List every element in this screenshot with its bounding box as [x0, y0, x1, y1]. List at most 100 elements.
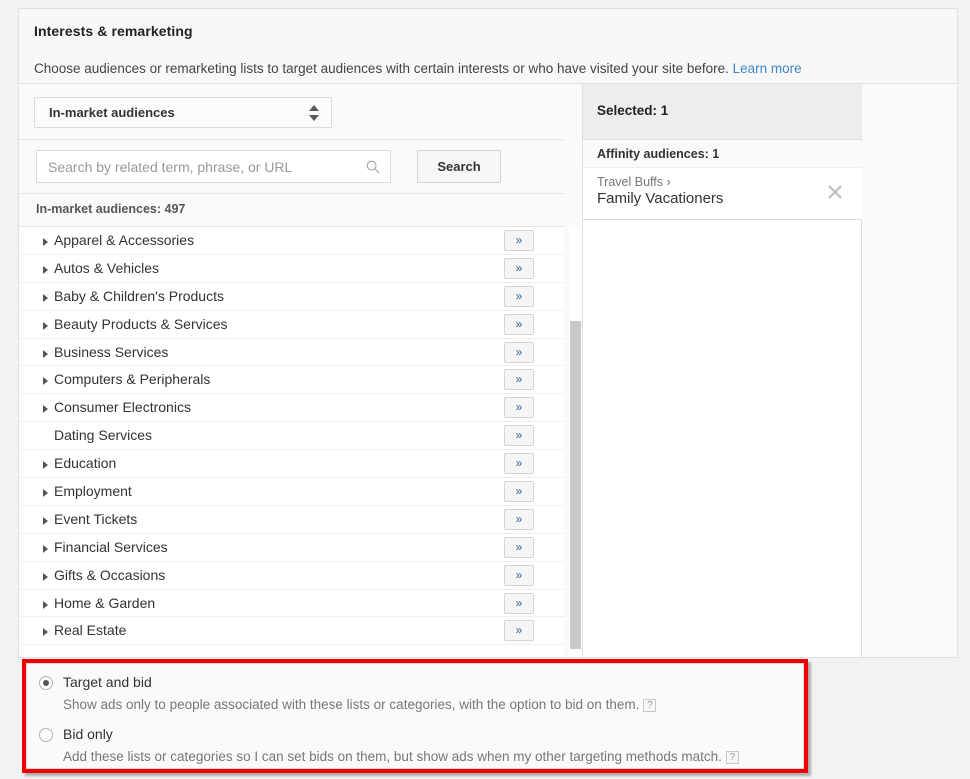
expand-triangle-icon[interactable]: [43, 265, 48, 274]
add-category-button[interactable]: »: [504, 285, 534, 307]
audience-picker: In-market audiences Search by related te…: [18, 83, 958, 658]
search-input[interactable]: [46, 151, 356, 182]
audience-type-select[interactable]: In-market audiences: [34, 97, 332, 128]
selected-item-name: Family Vacationers: [597, 190, 724, 207]
category-row[interactable]: Event Tickets »: [19, 506, 564, 534]
panel-description: Choose audiences or remarketing lists to…: [34, 61, 802, 76]
category-row[interactable]: Beauty Products & Services »: [19, 311, 564, 339]
add-category-button[interactable]: »: [504, 397, 534, 419]
add-category-button[interactable]: »: [504, 620, 534, 642]
category-row-label: Beauty Products & Services: [54, 315, 228, 332]
category-row-label: Home & Garden: [54, 594, 156, 611]
bid-option-target-and-bid-description: Show ads only to people associated with …: [63, 697, 657, 712]
category-row[interactable]: Consumer Electronics »: [19, 394, 564, 423]
selected-group-label: Affinity audiences: 1: [597, 147, 720, 161]
panel-header-card: Interests & remarketing Choose audiences…: [18, 8, 958, 83]
category-row[interactable]: Education »: [19, 450, 564, 479]
category-list[interactable]: Apparel & Accessories» Autos & Vehicles» B…: [19, 227, 564, 657]
selected-count-label: Selected: 1: [597, 103, 669, 118]
bid-option-bid-only-description-text: Add these lists or categories so I can s…: [63, 749, 722, 764]
category-row-label: Gifts & Occasions: [54, 566, 166, 583]
category-row-label: Event Tickets: [54, 510, 138, 527]
updown-chevron-icon: [309, 105, 319, 121]
add-category-button[interactable]: »: [504, 592, 534, 614]
add-category-button[interactable]: »: [504, 536, 534, 558]
add-category-button[interactable]: »: [504, 257, 534, 279]
expand-triangle-icon[interactable]: [43, 321, 48, 330]
selected-header: Selected: 1: [583, 84, 862, 140]
add-category-button[interactable]: »: [504, 341, 534, 363]
search-bar: Search: [19, 140, 564, 194]
expand-triangle-icon[interactable]: [43, 516, 48, 525]
category-row-label: Autos & Vehicles: [54, 259, 160, 276]
add-category-button[interactable]: »: [504, 453, 534, 475]
category-row-label: Computers & Peripherals: [54, 371, 211, 388]
category-row[interactable]: Dating Services »: [19, 422, 564, 451]
category-row[interactable]: Financial Services »: [19, 534, 564, 562]
help-icon-bid-only[interactable]: ?: [725, 751, 739, 764]
category-row-label: Dating Services: [54, 427, 153, 444]
help-icon-target-and-bid[interactable]: ?: [643, 699, 657, 712]
category-row[interactable]: Autos & Vehicles »: [19, 255, 564, 283]
expand-triangle-icon[interactable]: [43, 405, 48, 414]
audience-type-bar: In-market audiences: [19, 84, 564, 140]
category-row-label: Baby & Children's Products: [54, 287, 224, 304]
bid-options-highlight: Target and bid Show ads only to people a…: [22, 659, 808, 773]
learn-more-link[interactable]: Learn more: [733, 61, 802, 76]
bid-options-group: Target and bid Show ads only to people a…: [26, 663, 804, 769]
bid-option-bid-only-description: Add these lists or categories so I can s…: [63, 749, 739, 764]
selected-item-parent: Travel Buffs ›: [597, 175, 671, 189]
category-row-label: Education: [54, 455, 117, 472]
list-count-bar: In-market audiences: 497: [19, 194, 564, 227]
page-title: Interests & remarketing: [34, 23, 193, 39]
close-icon[interactable]: [826, 183, 844, 201]
selected-item: Travel Buffs › Family Vacationers: [583, 168, 862, 220]
category-row[interactable]: Home & Garden »: [19, 590, 564, 618]
selection-column: Selected: 1 Affinity audiences: 1 Travel…: [583, 84, 862, 657]
expand-triangle-icon[interactable]: [43, 572, 48, 581]
expand-triangle-icon[interactable]: [43, 628, 48, 637]
category-row[interactable]: Real Estate »: [19, 617, 564, 646]
bid-option-target-and-bid-label: Target and bid: [63, 674, 152, 690]
selected-group-header: Affinity audiences: 1: [583, 141, 862, 168]
expand-triangle-icon[interactable]: [43, 461, 48, 470]
add-category-button[interactable]: »: [504, 425, 534, 447]
expand-triangle-icon[interactable]: [43, 293, 48, 302]
audience-type-select-value: In-market audiences: [49, 105, 175, 120]
add-category-button[interactable]: »: [504, 230, 534, 251]
expand-triangle-icon[interactable]: [43, 238, 48, 246]
add-category-button[interactable]: »: [504, 481, 534, 503]
interests-remarketing-screen: Interests & remarketing Choose audiences…: [0, 0, 970, 779]
search-icon: [366, 160, 380, 174]
search-field-wrap[interactable]: [36, 150, 391, 183]
category-row[interactable]: Baby & Children's Products »: [19, 283, 564, 311]
add-category-button[interactable]: »: [504, 369, 534, 391]
add-category-button[interactable]: »: [504, 313, 534, 335]
list-count-label: In-market audiences: 497: [36, 202, 186, 216]
expand-triangle-icon[interactable]: [43, 377, 48, 386]
category-row[interactable]: Computers & Peripherals »: [19, 366, 564, 395]
panel-description-text: Choose audiences or remarketing lists to…: [34, 61, 729, 76]
expand-triangle-icon[interactable]: [43, 544, 48, 553]
search-button[interactable]: Search: [417, 150, 501, 183]
category-row-label: Consumer Electronics: [54, 399, 191, 416]
category-row[interactable]: Business Services »: [19, 339, 564, 367]
category-row-label: Business Services: [54, 343, 169, 360]
category-row[interactable]: Apparel & Accessories »: [19, 227, 564, 255]
category-list-scrollbar-thumb[interactable]: [570, 321, 581, 649]
expand-triangle-icon[interactable]: [43, 349, 48, 358]
category-row[interactable]: Gifts & Occasions »: [19, 562, 564, 590]
expand-triangle-icon[interactable]: [43, 489, 48, 498]
radio-bid-only[interactable]: [39, 728, 53, 742]
add-category-button[interactable]: »: [504, 508, 534, 530]
category-row[interactable]: Employment »: [19, 478, 564, 506]
category-row-label: Financial Services: [54, 538, 168, 555]
add-category-button[interactable]: »: [504, 564, 534, 586]
category-row-label: Real Estate: [54, 622, 127, 639]
radio-target-and-bid[interactable]: [39, 676, 53, 690]
bid-option-target-and-bid-description-text: Show ads only to people associated with …: [63, 697, 640, 712]
audience-browser-column: In-market audiences Search by related te…: [19, 84, 583, 657]
bid-option-bid-only-label: Bid only: [63, 726, 113, 742]
category-row-label: Employment: [54, 483, 132, 500]
expand-triangle-icon[interactable]: [43, 600, 48, 609]
